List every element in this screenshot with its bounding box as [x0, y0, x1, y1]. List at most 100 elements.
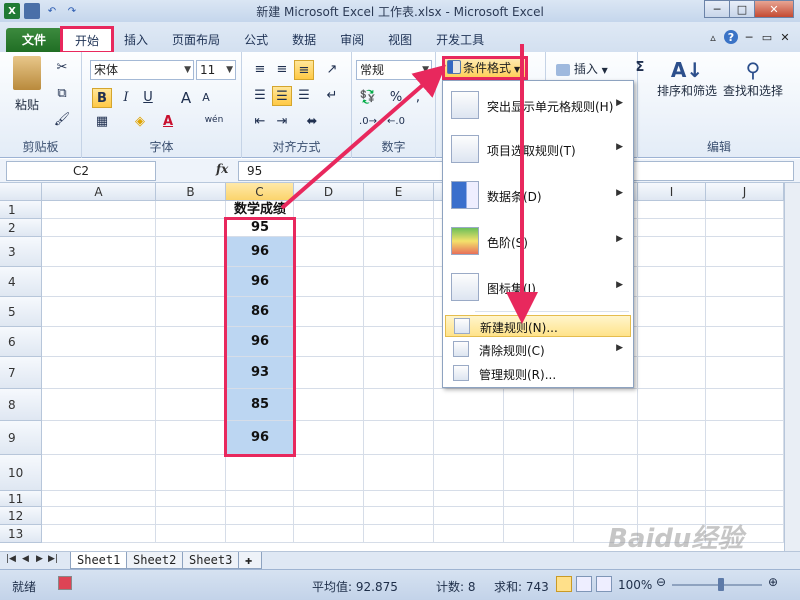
cell-value[interactable]: 85 [226, 389, 294, 421]
comma-button[interactable]: , [408, 88, 428, 108]
cell[interactable] [504, 507, 574, 525]
row-header-9[interactable]: 9 [0, 421, 42, 455]
cell-value[interactable]: 95 [226, 219, 294, 237]
row-header-7[interactable]: 7 [0, 357, 42, 389]
align-top-icon[interactable]: ≡ [250, 60, 270, 80]
cell[interactable] [434, 491, 504, 507]
cell[interactable] [156, 357, 226, 389]
menu-new-rule[interactable]: 新建规则(N)... [445, 315, 631, 337]
row-header-3[interactable]: 3 [0, 237, 42, 267]
menu-highlight-cell-rules[interactable]: 突出显示单元格规则(H) ▶ [445, 85, 631, 125]
cell[interactable] [156, 267, 226, 297]
column-header-b[interactable]: B [156, 183, 226, 201]
cell[interactable] [706, 389, 784, 421]
next-sheet-icon[interactable]: ▶ [36, 554, 43, 564]
cell[interactable] [706, 297, 784, 327]
cell[interactable] [434, 421, 504, 455]
prev-sheet-icon[interactable]: ◀ [22, 554, 29, 564]
row-header-8[interactable]: 8 [0, 389, 42, 421]
cell[interactable] [574, 421, 638, 455]
tab-insert[interactable]: 插入 [112, 28, 160, 52]
cell[interactable] [574, 525, 638, 543]
cell[interactable] [42, 267, 156, 297]
sheet-tab-1[interactable]: Sheet1 [70, 552, 128, 569]
increase-indent-icon[interactable]: ⇥ [272, 112, 292, 132]
cell[interactable] [638, 237, 706, 267]
cut-icon[interactable]: ✂ [52, 58, 72, 78]
italic-button[interactable]: I [116, 88, 136, 108]
doc-close-icon[interactable]: ✕ [778, 30, 792, 44]
cell[interactable] [294, 237, 364, 267]
cell[interactable] [364, 507, 434, 525]
spreadsheet-grid[interactable]: ABCDEFGHIJ12345678910111213数学成绩959696869… [0, 183, 784, 551]
cell[interactable] [706, 327, 784, 357]
cell[interactable] [156, 491, 226, 507]
grow-font-button[interactable]: A [176, 88, 196, 108]
column-header-i[interactable]: I [638, 183, 706, 201]
conditional-format-button[interactable]: 条件格式 ▼ [442, 56, 528, 80]
align-left-icon[interactable]: ☰ [250, 86, 270, 106]
doc-restore-icon[interactable]: ▭ [760, 30, 774, 44]
cell[interactable] [42, 525, 156, 543]
format-painter-icon[interactable]: 🖌 [52, 110, 72, 130]
cell[interactable] [156, 219, 226, 237]
cell[interactable] [574, 389, 638, 421]
cell[interactable] [434, 389, 504, 421]
new-sheet-icon[interactable]: ✚ [238, 552, 262, 569]
row-header-5[interactable]: 5 [0, 297, 42, 327]
cell[interactable] [706, 491, 784, 507]
cell[interactable] [226, 507, 294, 525]
cell[interactable] [364, 357, 434, 389]
select-all-corner[interactable] [0, 183, 42, 201]
cell[interactable] [638, 491, 706, 507]
menu-clear-rules[interactable]: 清除规则(C) ▶ [445, 339, 631, 361]
cell[interactable] [156, 297, 226, 327]
cell[interactable] [638, 507, 706, 525]
menu-color-scales[interactable]: 色阶(S) ▶ [445, 221, 631, 261]
cell[interactable] [638, 219, 706, 237]
wrap-text-icon[interactable]: ↵ [322, 86, 342, 106]
cell[interactable] [638, 455, 706, 491]
menu-manage-rules[interactable]: 管理规则(R)... [445, 363, 631, 385]
tab-data[interactable]: 数据 [280, 28, 328, 52]
cell[interactable] [294, 357, 364, 389]
number-format-select[interactable]: 常规 ▼ [356, 60, 432, 80]
cell[interactable] [156, 201, 226, 219]
cell[interactable] [156, 525, 226, 543]
cell[interactable] [294, 327, 364, 357]
cell[interactable] [706, 357, 784, 389]
cell[interactable] [42, 357, 156, 389]
cell[interactable] [434, 525, 504, 543]
tab-formulas[interactable]: 公式 [232, 28, 280, 52]
tab-home[interactable]: 开始 [60, 26, 115, 54]
cell[interactable] [574, 491, 638, 507]
cell[interactable] [42, 389, 156, 421]
vertical-scrollbar[interactable] [784, 183, 800, 551]
cell[interactable] [42, 455, 156, 491]
cell[interactable] [638, 389, 706, 421]
cell[interactable] [706, 507, 784, 525]
insert-cells-button[interactable]: 插入 ▼ [556, 60, 608, 77]
cell[interactable] [504, 491, 574, 507]
percent-button[interactable]: % [386, 88, 406, 108]
copy-icon[interactable]: ⧉ [52, 84, 72, 104]
border-icon[interactable]: ▦ [92, 112, 112, 132]
merge-center-icon[interactable]: ⬌ [302, 112, 322, 132]
cell[interactable] [638, 525, 706, 543]
cell[interactable] [294, 491, 364, 507]
autosum-button[interactable]: Σ [630, 58, 650, 78]
cell[interactable] [226, 525, 294, 543]
find-select-button[interactable]: ⚲ 查找和选择 [718, 58, 788, 99]
cell-value[interactable]: 96 [226, 237, 294, 267]
cell[interactable] [504, 455, 574, 491]
increase-decimal-icon[interactable]: .0→ [358, 112, 378, 132]
cell[interactable] [364, 267, 434, 297]
cell[interactable] [638, 357, 706, 389]
cell[interactable] [364, 297, 434, 327]
zoom-slider[interactable] [672, 584, 762, 586]
fill-color-icon[interactable]: ◈ [130, 112, 150, 132]
menu-top-bottom-rules[interactable]: 项目选取规则(T) ▶ [445, 129, 631, 169]
first-sheet-icon[interactable]: |◀ [6, 554, 16, 564]
zoom-out-icon[interactable]: ⊖ [656, 575, 666, 589]
cell-value[interactable]: 96 [226, 267, 294, 297]
